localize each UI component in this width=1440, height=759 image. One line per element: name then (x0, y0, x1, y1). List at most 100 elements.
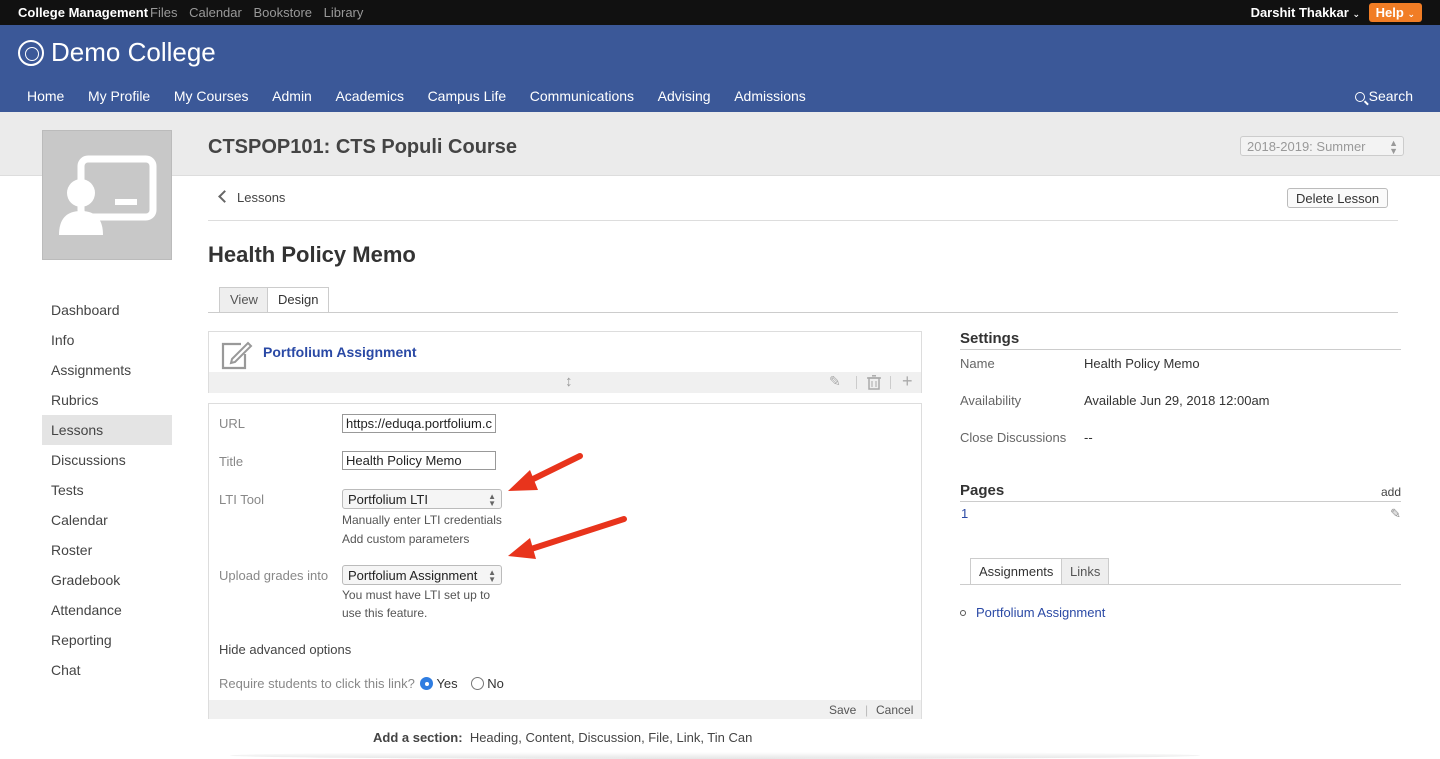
plus-icon[interactable]: + (902, 371, 913, 392)
toolbar-separator (890, 376, 891, 389)
user-name: Darshit Thakkar (1250, 5, 1349, 20)
section-edit-form: URL https://eduqa.portfolium.c Title Hea… (208, 403, 922, 719)
title-input[interactable]: Health Policy Memo (342, 451, 496, 470)
require-click-text: Require students to click this link? (219, 676, 415, 691)
lti-tool-select[interactable]: Portfolium LTI ▲ ▼ (342, 489, 502, 509)
search-icon (1354, 92, 1365, 102)
cancel-button[interactable]: Cancel (876, 703, 913, 717)
url-input[interactable]: https://eduqa.portfolium.c (342, 414, 496, 433)
nav-my-courses[interactable]: My Courses (174, 88, 249, 104)
upload-grades-value: Portfolium Assignment (348, 568, 478, 583)
course-nav-dashboard[interactable]: Dashboard (42, 295, 172, 325)
course-nav-assignments[interactable]: Assignments (42, 355, 172, 385)
main-nav: Home My Profile My Courses Admin Academi… (17, 88, 816, 104)
term-select[interactable]: 2018-2019: Summer ▲ ▼ (1240, 136, 1404, 156)
app-name-link[interactable]: College Management (18, 5, 148, 20)
top-link-bookstore[interactable]: Bookstore (253, 5, 312, 20)
nav-academics[interactable]: Academics (335, 88, 403, 104)
yes-label: Yes (436, 676, 458, 691)
tab-links[interactable]: Links (1061, 558, 1110, 585)
tabs-divider (208, 312, 1398, 313)
top-link-library[interactable]: Library (324, 5, 364, 20)
help-label: Help (1375, 5, 1404, 20)
delete-lesson-button[interactable]: Delete Lesson (1287, 188, 1389, 208)
tab-view[interactable]: View (219, 287, 269, 313)
course-nav-calendar[interactable]: Calendar (42, 505, 172, 535)
custom-params-link[interactable]: Add custom parameters (342, 532, 469, 546)
pencil-icon[interactable]: ✎ (1390, 506, 1401, 522)
move-handle-icon[interactable]: ↕ (565, 373, 573, 390)
nav-admissions[interactable]: Admissions (734, 88, 806, 104)
upload-grades-select[interactable]: Portfolium Assignment ▲ ▼ (342, 565, 502, 585)
course-nav-roster[interactable]: Roster (42, 535, 172, 565)
college-seal-icon (18, 40, 44, 66)
add-section-bar: Add a section: Heading, Content, Discuss… (373, 730, 752, 745)
no-option[interactable]: No (471, 676, 504, 691)
footer-separator: | (865, 703, 869, 717)
course-nav-lessons[interactable]: Lessons (42, 415, 172, 445)
help-button[interactable]: Help ⌄ (1368, 3, 1422, 22)
no-radio[interactable] (471, 677, 485, 690)
setting-name-key: Name (960, 356, 995, 371)
course-nav-chat[interactable]: Chat (42, 655, 172, 685)
nav-admin[interactable]: Admin (272, 88, 312, 104)
add-page-link[interactable]: add (1381, 485, 1401, 499)
assignment-link[interactable]: Portfolium Assignment (976, 605, 1105, 620)
yes-option[interactable]: Yes (420, 676, 458, 691)
lti-tool-value: Portfolium LTI (348, 492, 428, 507)
lti-tool-label: LTI Tool (219, 492, 265, 507)
nav-my-profile[interactable]: My Profile (88, 88, 150, 104)
page-link-1[interactable]: 1 (961, 506, 968, 521)
trash-icon[interactable] (867, 375, 881, 390)
top-links: Files Calendar Bookstore Library (150, 5, 371, 20)
save-button[interactable]: Save (829, 703, 856, 717)
tab-assignments[interactable]: Assignments (970, 558, 1063, 585)
course-nav-info[interactable]: Info (42, 325, 172, 355)
course-nav-gradebook[interactable]: Gradebook (42, 565, 172, 595)
url-label: URL (219, 416, 246, 431)
section-title-link[interactable]: Portfolium Assignment (263, 344, 417, 360)
course-image (42, 130, 172, 260)
lesson-title: Health Policy Memo (208, 242, 416, 267)
section-card: Portfolium Assignment ↕ ✎ + (208, 331, 922, 393)
chevron-down-icon: ⌄ (1407, 9, 1415, 19)
nav-campus-life[interactable]: Campus Life (428, 88, 507, 104)
top-link-calendar[interactable]: Calendar (189, 5, 242, 20)
setting-close-key: Close Discussions (960, 430, 1067, 445)
presentation-icon (59, 155, 157, 235)
top-link-files[interactable]: Files (150, 5, 177, 20)
chevron-left-icon (218, 190, 231, 203)
manual-lti-link[interactable]: Manually enter LTI credentials (342, 513, 502, 527)
setting-name-value: Health Policy Memo (1084, 356, 1200, 371)
college-name[interactable]: Demo College (51, 37, 216, 68)
search-link[interactable]: Search (1354, 88, 1413, 104)
pencil-icon[interactable]: ✎ (829, 373, 841, 390)
select-arrows-icon: ▲ ▼ (488, 568, 496, 584)
hide-advanced-link[interactable]: Hide advanced options (219, 642, 351, 657)
yes-radio[interactable] (420, 677, 434, 690)
nav-advising[interactable]: Advising (658, 88, 711, 104)
upload-grades-label: Upload grades into (219, 568, 329, 583)
edit-document-icon (221, 341, 253, 370)
list-item: Portfolium Assignment (960, 605, 1105, 620)
nav-home[interactable]: Home (27, 88, 64, 104)
setting-close-value: -- (1084, 430, 1093, 445)
course-title: CTSPOP101: CTS Populi Course (208, 136, 517, 158)
breadcrumb[interactable]: Lessons (218, 190, 285, 205)
course-nav-tests[interactable]: Tests (42, 475, 172, 505)
pages-heading: Pages (960, 482, 1401, 502)
user-menu[interactable]: Darshit Thakkar ⌄ (1251, 5, 1360, 20)
resource-tabs-divider (960, 584, 1401, 585)
site-header: Demo College Home My Profile My Courses … (0, 25, 1440, 112)
course-nav-rubrics[interactable]: Rubrics (42, 385, 172, 415)
course-nav-discussions[interactable]: Discussions (42, 445, 172, 475)
course-nav-reporting[interactable]: Reporting (42, 625, 172, 655)
nav-communications[interactable]: Communications (530, 88, 634, 104)
top-bar: College Management Files Calendar Bookst… (0, 0, 1440, 25)
assignment-list: Portfolium Assignment (960, 605, 1105, 620)
add-section-options[interactable]: Heading, Content, Discussion, File, Link… (470, 730, 753, 745)
bullet-icon (960, 610, 966, 616)
settings-heading: Settings (960, 330, 1401, 350)
course-nav-attendance[interactable]: Attendance (42, 595, 172, 625)
tab-design[interactable]: Design (267, 287, 330, 313)
